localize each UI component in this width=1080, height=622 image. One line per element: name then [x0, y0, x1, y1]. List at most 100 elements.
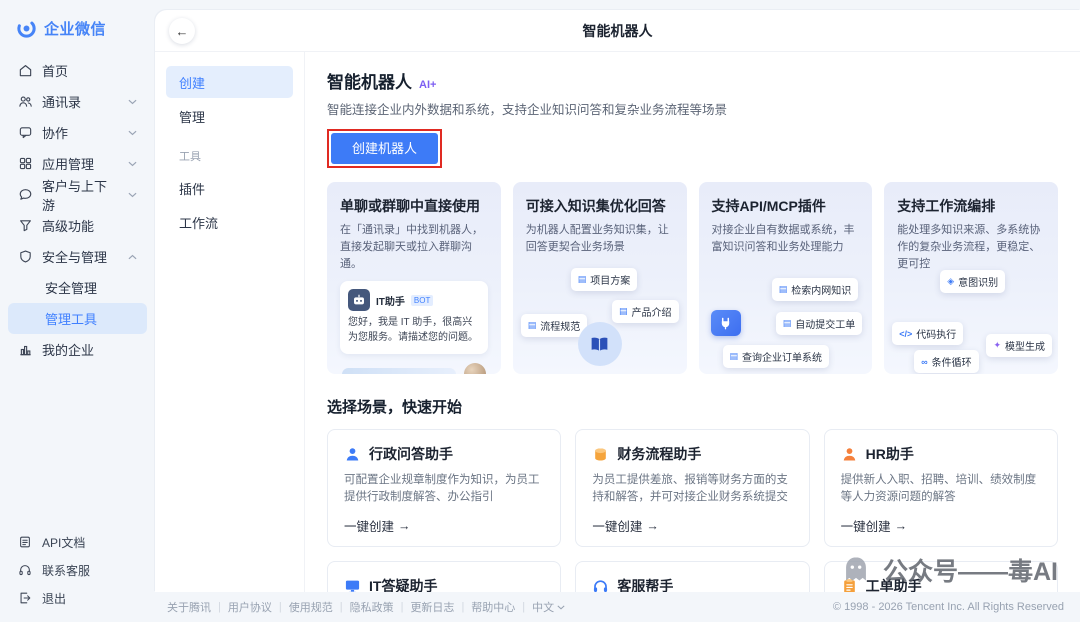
knowledge-tag: ▤ 产品介绍	[612, 300, 679, 323]
chat-mockup: IT助手 BOT 您好，我是 IT 助手，很高兴为您服务。请描述您的问题。	[340, 281, 488, 354]
intent-icon: ◈	[947, 276, 954, 287]
chat-input-placeholder-bar	[342, 368, 456, 374]
sidebar-subitem-label: 管理工具	[45, 309, 97, 328]
footer-link-help-center[interactable]: 帮助中心	[471, 599, 515, 615]
action-label: 一键创建	[344, 516, 394, 535]
scenario-card-it[interactable]: IT答疑助手 为员工提供软件使用、系统安全、故障排查 一键创建 →	[327, 561, 561, 592]
feature-title: 支持工作流编排	[897, 196, 1045, 216]
plugin-tag: ▤ 查询企业订单系统	[723, 345, 830, 368]
sidebar-item-advanced-features[interactable]: 高级功能	[8, 210, 147, 241]
sidebar-subitem-management-tools[interactable]: 管理工具	[8, 303, 147, 334]
subnav-item-label: 插件	[179, 179, 205, 198]
footer-link-usage-policy[interactable]: 使用规范	[289, 599, 333, 615]
workflow-tag: ∞ 条件循环	[914, 350, 978, 373]
sidebar-item-contacts[interactable]: 通讯录	[8, 86, 147, 117]
footer-link-privacy[interactable]: 隐私政策	[350, 599, 394, 615]
sidebar-item-label: 高级功能	[42, 216, 94, 235]
knowledge-tag: ▤ 流程规范	[521, 314, 588, 337]
language-selector[interactable]: 中文	[532, 599, 565, 615]
sidebar-item-app-management[interactable]: 应用管理	[8, 148, 147, 179]
feature-desc: 在「通讯录」中找到机器人，直接发起聊天或拉入群聊沟通。	[340, 222, 488, 273]
footer-link-about[interactable]: 关于腾讯	[167, 599, 211, 615]
book-icon	[578, 322, 622, 366]
arrow-right-icon: →	[895, 519, 908, 533]
person-icon	[344, 446, 361, 463]
feature-desc: 为机器人配置业务知识集，让回答更契合业务场景	[526, 222, 674, 256]
one-click-create-link[interactable]: 一键创建 →	[841, 516, 1041, 535]
sidebar-item-security-management[interactable]: 安全与管理	[8, 241, 147, 272]
chevron-down-icon	[557, 605, 565, 610]
scenario-title: IT答疑助手	[369, 576, 437, 592]
plugin-tag: ▤ 自动提交工单	[776, 312, 863, 335]
doc-icon: ▤	[730, 351, 739, 362]
sidebar-item-collaboration[interactable]: 协作	[8, 117, 147, 148]
scenario-card-admin-qa[interactable]: 行政问答助手 可配置企业规章制度作为知识，为员工提供行政制度解答、办公指引 一键…	[327, 429, 561, 547]
home-icon	[18, 63, 33, 78]
footer-link-user-agreement[interactable]: 用户协议	[228, 599, 272, 615]
sidebar-item-contact-support[interactable]: 联系客服	[8, 556, 147, 584]
code-icon: </>	[899, 329, 912, 339]
doc-icon: ▤	[783, 318, 792, 329]
sidebar-item-my-enterprise[interactable]: 我的企业	[8, 334, 147, 365]
footer-separator: |	[522, 601, 525, 613]
scenario-title: 客服帮手	[617, 576, 673, 592]
feature-card-direct-chat: 单聊或群聊中直接使用 在「通讯录」中找到机器人，直接发起聊天或拉入群聊沟通。 I…	[327, 182, 501, 374]
loop-icon: ∞	[921, 357, 927, 367]
footer-separator: |	[340, 601, 343, 613]
scenario-card-finance[interactable]: 财务流程助手 为员工提供差旅、报销等财务方面的支持和解答，并可对接企业财务系统提…	[575, 429, 809, 547]
subnav-item-manage[interactable]: 管理	[166, 100, 293, 132]
one-click-create-link[interactable]: 一键创建 →	[592, 516, 792, 535]
feature-title: 支持API/MCP插件	[712, 196, 860, 216]
tag-label: 查询企业订单系统	[742, 349, 822, 364]
page-footer: 关于腾讯 | 用户协议 | 使用规范 | 隐私政策 | 更新日志 | 帮助中心 …	[155, 592, 1080, 622]
sidebar-item-label: 协作	[42, 123, 68, 142]
hero-subtitle: 智能连接企业内外数据和系统，支持企业知识问答和复杂业务流程等场景	[327, 99, 1058, 118]
create-robot-button[interactable]: 创建机器人	[331, 133, 438, 164]
sidebar-item-home[interactable]: 首页	[8, 55, 147, 86]
contacts-icon	[18, 94, 33, 109]
chevron-down-icon	[128, 99, 137, 105]
tag-label: 模型生成	[1005, 338, 1045, 353]
subnav-item-plugins[interactable]: 插件	[166, 172, 293, 204]
grid-apps-icon	[18, 156, 33, 171]
sparkle-icon: ✦	[993, 340, 1001, 351]
chat-message: 您好，我是 IT 助手，很高兴为您服务。请描述您的问题。	[348, 316, 480, 345]
scenario-card-ticket[interactable]: 工单助手 可对接企业业务工单系统，帮助员工提交 一键创建 →	[824, 561, 1058, 592]
sidebar-item-customers[interactable]: 客户与上下游	[8, 179, 147, 210]
page-title: 智能机器人	[583, 21, 653, 41]
user-avatar	[464, 363, 486, 374]
scenario-card-customer-service[interactable]: 客服帮手 可通过插件对接企业内部商品、订单、客户等数 一键创建 →	[575, 561, 809, 592]
sidebar-item-label: 首页	[42, 61, 68, 80]
scenario-card-hr[interactable]: HR助手 提供新人入职、招聘、培训、绩效制度等人力资源问题的解答 一键创建 →	[824, 429, 1058, 547]
sidebar-subitem-security-admin[interactable]: 安全管理	[8, 272, 147, 303]
scenario-cards: 行政问答助手 可配置企业规章制度作为知识，为员工提供行政制度解答、办公指引 一键…	[327, 429, 1058, 592]
back-arrow-icon: ←	[176, 24, 189, 39]
feature-title: 可接入知识集优化回答	[526, 196, 674, 216]
subnav-section-label: 工具	[166, 134, 293, 172]
scenario-desc: 为员工提供差旅、报销等财务方面的支持和解答，并可对接企业财务系统提交申请	[592, 472, 792, 506]
footer-link-changelog[interactable]: 更新日志	[410, 599, 454, 615]
feature-desc: 能处理多知识来源、多系统协作的复杂业务流程，更稳定、更可控	[897, 222, 1045, 273]
feature-card-workflow: 支持工作流编排 能处理多知识来源、多系统协作的复杂业务流程，更稳定、更可控 ◈ …	[884, 182, 1058, 374]
action-label: 一键创建	[592, 516, 642, 535]
feature-cards: 单聊或群聊中直接使用 在「通讯录」中找到机器人，直接发起聊天或拉入群聊沟通。 I…	[327, 182, 1058, 374]
subnav-item-workflow[interactable]: 工作流	[166, 206, 293, 238]
sidebar-item-logout[interactable]: 退出	[8, 584, 147, 612]
person-icon	[841, 446, 858, 463]
sidebar-item-api-docs[interactable]: API文档	[8, 528, 147, 556]
robot-avatar-icon	[348, 289, 370, 311]
sidebar-item-label: 我的企业	[42, 340, 94, 359]
plug-icon	[711, 310, 741, 336]
logout-icon	[18, 591, 33, 606]
bar-chart-icon	[18, 342, 33, 357]
app-logo[interactable]: 企业微信	[8, 16, 147, 55]
one-click-create-link[interactable]: 一键创建 →	[344, 516, 544, 535]
back-button[interactable]: ←	[169, 18, 195, 44]
arrow-right-icon: →	[398, 519, 411, 533]
subnav-item-create[interactable]: 创建	[166, 66, 293, 98]
sidebar-subitem-label: 安全管理	[45, 278, 97, 297]
scenario-title: 财务流程助手	[617, 444, 701, 464]
footer-separator: |	[461, 601, 464, 613]
sidebar-item-label: 应用管理	[42, 154, 94, 173]
doc-icon: ▤	[578, 274, 587, 285]
